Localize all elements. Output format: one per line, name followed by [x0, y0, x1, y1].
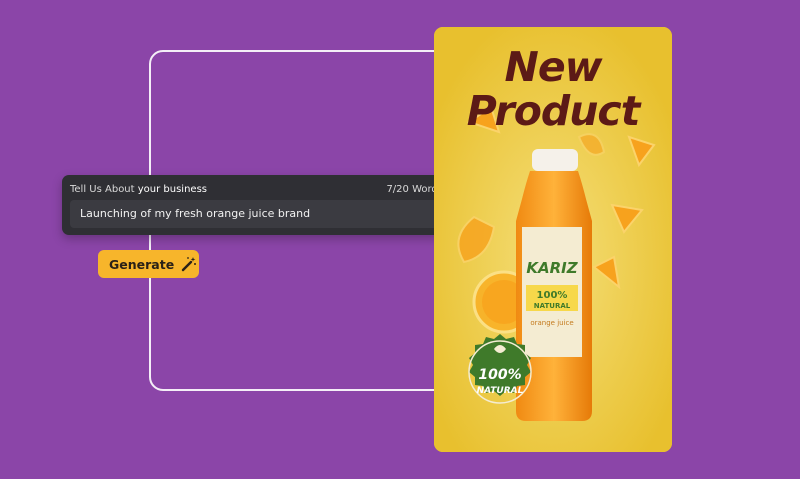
badge-line1: 100%: [478, 367, 521, 383]
bottle-label: 100%: [537, 290, 568, 301]
product-ad-preview: KARIZ 100% NATURAL orange juice 100% NAT…: [434, 27, 672, 452]
prompt-label: Tell Us About your business: [70, 184, 207, 195]
bottle-label2: NATURAL: [534, 302, 571, 310]
business-description-input[interactable]: Launching of my fresh orange juice brand: [70, 200, 443, 228]
generate-button[interactable]: Generate: [98, 250, 199, 278]
bottle-brand: KARIZ: [526, 259, 578, 277]
badge-line2: NATURAL: [477, 386, 524, 396]
business-prompt-card: Tell Us About your business 7/20 Words L…: [62, 175, 451, 235]
bottle-flavor: orange juice: [530, 319, 573, 327]
generate-button-label: Generate: [109, 256, 175, 272]
headline-line1: New: [504, 43, 603, 91]
magic-wand-icon: [181, 257, 197, 272]
headline-line2: Product: [466, 87, 641, 135]
